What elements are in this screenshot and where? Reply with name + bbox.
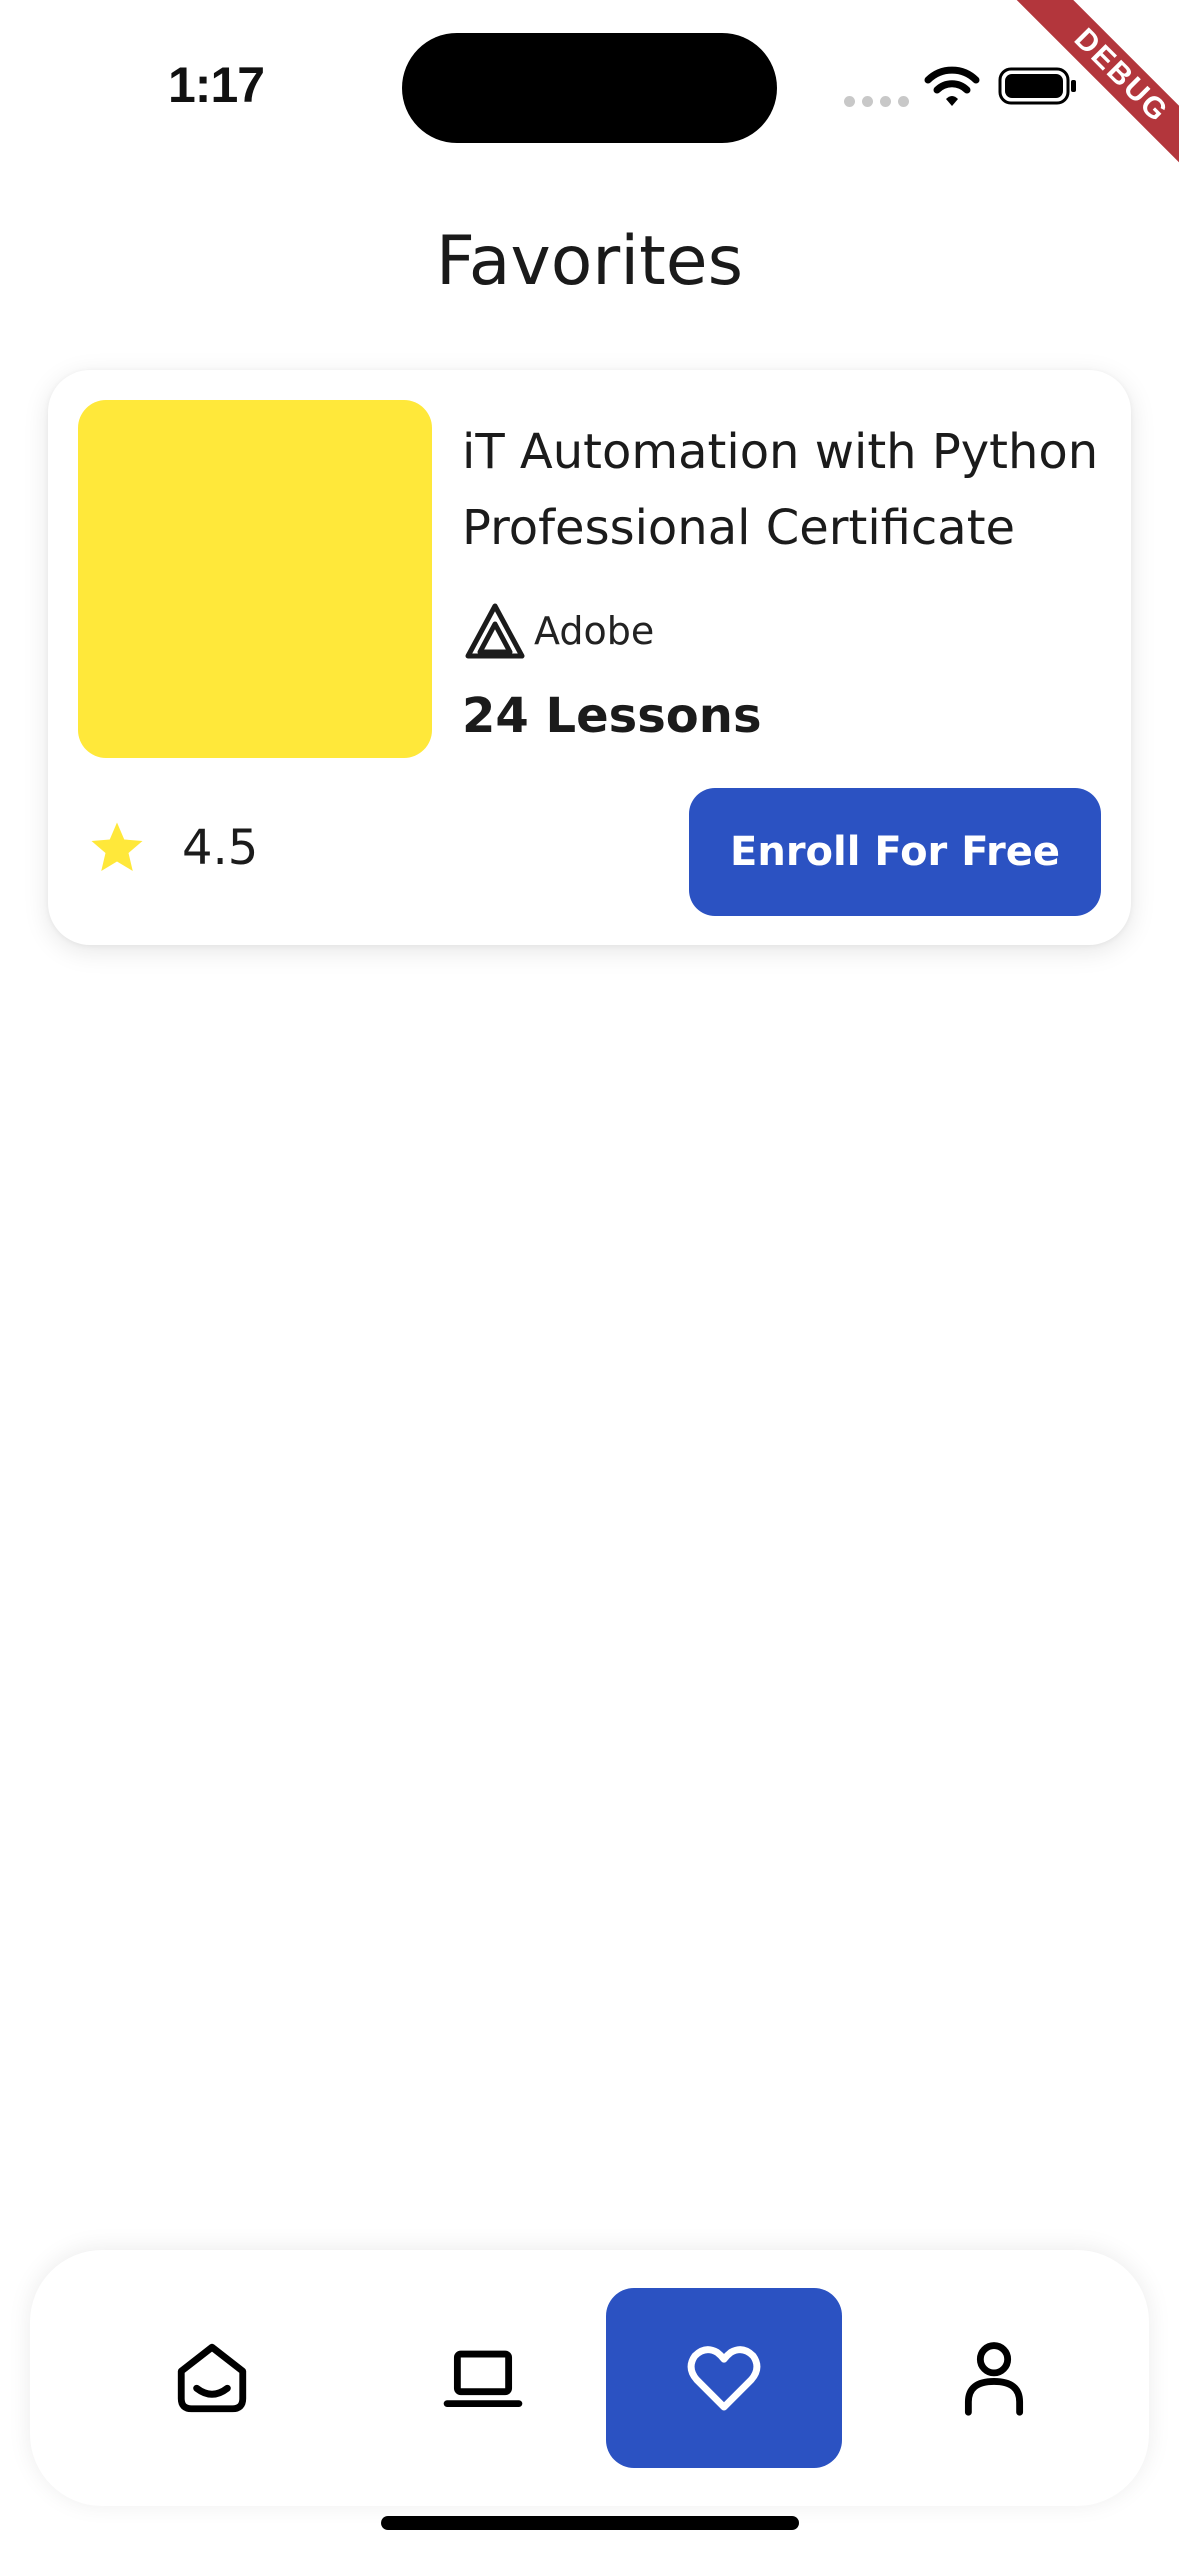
cellular-signal-icon	[844, 96, 909, 107]
heart-icon	[687, 2346, 761, 2411]
page-title: Favorites	[435, 222, 744, 301]
laptop-icon	[443, 2350, 523, 2408]
nav-item-profile[interactable]	[876, 2288, 1112, 2468]
nav-item-home[interactable]	[94, 2288, 330, 2468]
course-title: iT Automation with Python Professional C…	[462, 424, 1099, 556]
rating: 4.5	[86, 818, 258, 878]
enroll-for-free-button[interactable]: Enroll For Free	[689, 788, 1101, 916]
provider-name: Adobe	[534, 609, 655, 653]
nav-item-favorites[interactable]	[606, 2288, 842, 2468]
star-icon	[91, 822, 143, 871]
rating-value: 4.5	[182, 820, 259, 876]
bottom-navigation	[30, 2250, 1149, 2506]
wifi-icon	[924, 66, 980, 106]
status-time: 1:17	[168, 57, 265, 113]
home-icon	[177, 2343, 247, 2413]
lessons-count: 24 Lessons	[462, 688, 762, 744]
nav-item-courses[interactable]	[365, 2288, 601, 2468]
course-card[interactable]: iT Automation with Python Professional C…	[48, 370, 1131, 945]
home-indicator	[381, 2516, 799, 2530]
course-thumbnail	[78, 400, 432, 758]
dynamic-island	[402, 33, 777, 143]
battery-icon	[998, 67, 1076, 105]
person-icon	[964, 2342, 1024, 2416]
adobe-logo-icon	[465, 603, 525, 659]
provider-row: Adobe	[464, 602, 654, 660]
